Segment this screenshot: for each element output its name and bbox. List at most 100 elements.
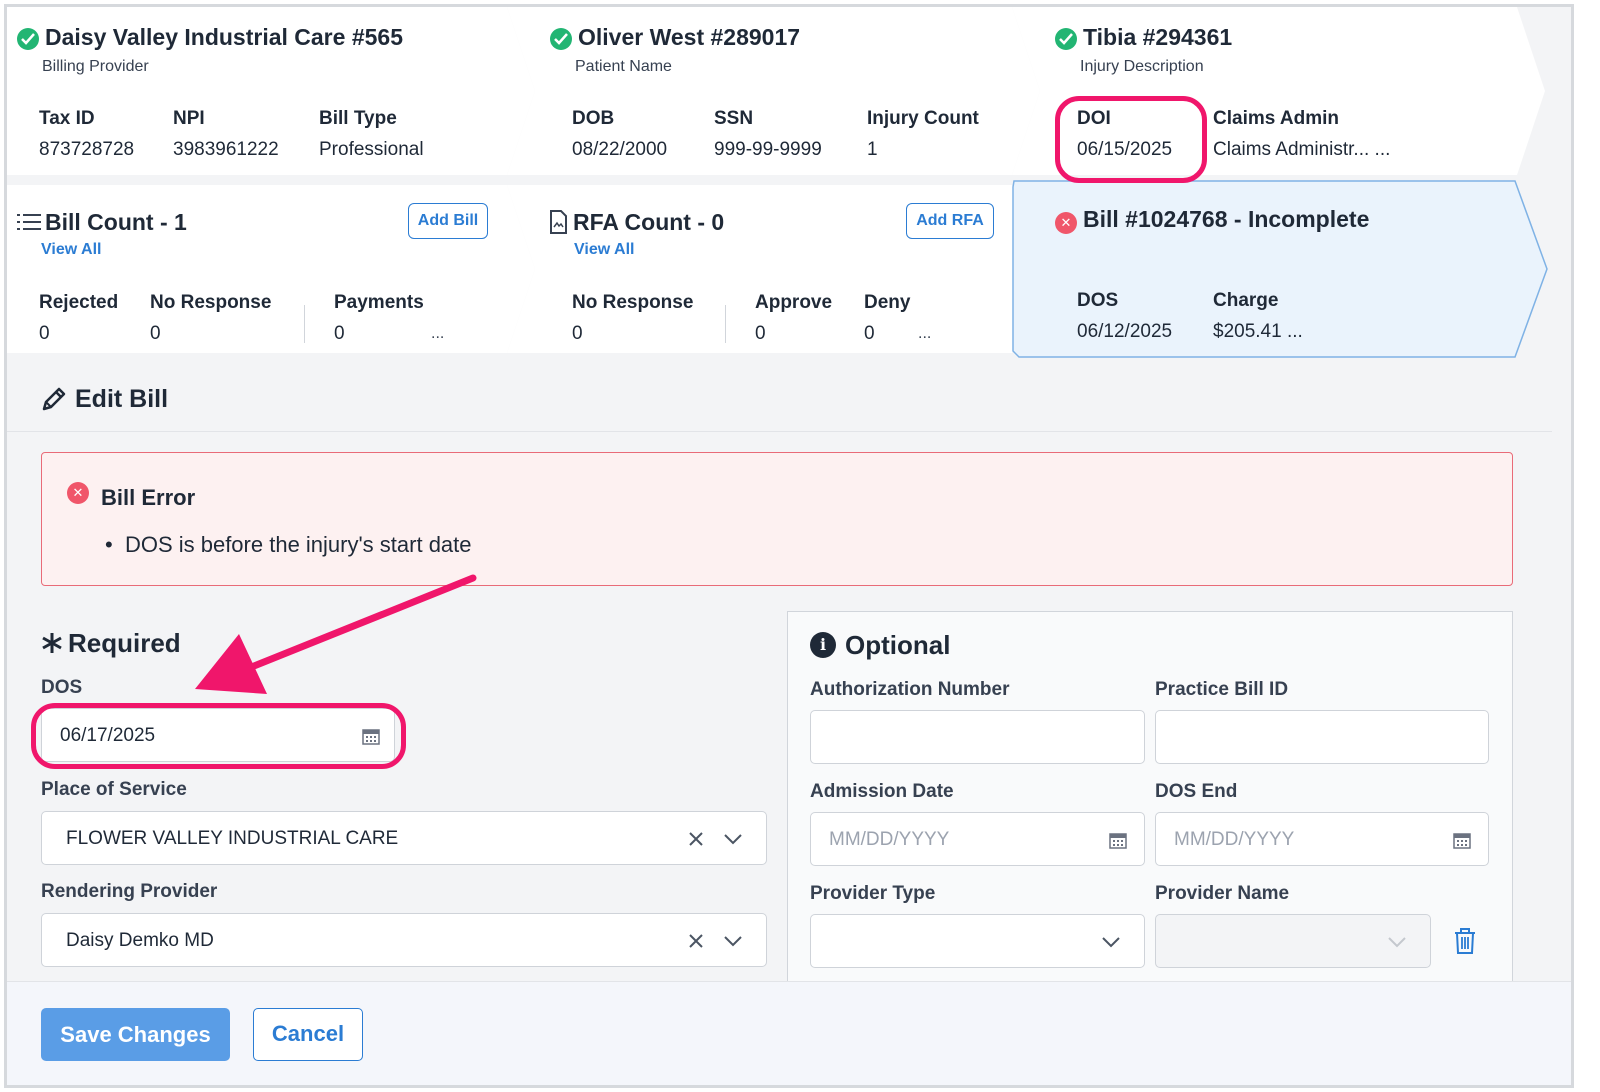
npi-label: NPI [173,108,205,129]
app-frame: Daisy Valley Industrial Care #565 Billin… [4,4,1574,1088]
bill-dos-label: DOS [1077,290,1119,311]
calendar-icon[interactable] [1109,831,1127,849]
deny-label: Deny [864,292,911,313]
check-circle-icon [550,28,572,50]
chevron-down-icon[interactable] [1387,936,1407,948]
rfa-view-all-link[interactable]: View All [574,241,634,259]
patient-subtitle: Patient Name [575,58,672,75]
edit-bill-header [7,362,1552,432]
deny-value: 0 [864,323,875,344]
clear-icon[interactable] [688,933,704,949]
injury-count-value: 1 [867,139,878,160]
tax-id-value: 873728728 [39,139,135,160]
chevron-down-icon[interactable] [723,833,743,845]
dos-end-label: DOS End [1155,781,1238,802]
claims-admin-label: Claims Admin [1213,108,1339,129]
bill-error-alert [41,452,1513,586]
check-circle-icon [17,28,39,50]
bill-title: Bill #1024768 - Incomplete [1083,206,1370,232]
charge-value: $205.41 ... [1213,321,1303,342]
dob-value: 08/22/2000 [572,139,668,160]
injury-title: Tibia #294361 [1083,24,1233,50]
ssn-value: 999-99-9999 [714,139,822,160]
practice-bill-id-label: Practice Bill ID [1155,679,1289,700]
add-bill-button[interactable]: Add Bill [408,203,488,239]
bill-count-title: Bill Count - 1 [45,209,187,235]
place-of-service-select[interactable]: FLOWER VALLEY INDUSTRIAL CARE [41,811,767,865]
clear-icon[interactable] [688,831,704,847]
rfa-no-response-value: 0 [572,323,583,344]
dos-highlight [31,703,406,769]
save-changes-button[interactable]: Save Changes [41,1008,230,1061]
rfa-count-title: RFA Count - 0 [573,209,725,235]
trash-icon[interactable] [1453,927,1477,955]
rfa-count-card: RFA Count - 0 View All Add RFA No Respon… [537,185,1012,353]
provider-name-label: Provider Name [1155,883,1290,904]
authorization-number-label: Authorization Number [810,679,1010,700]
pencil-icon [42,387,66,411]
document-icon [550,210,567,234]
billing-provider-subtitle: Billing Provider [42,58,149,75]
info-icon: i [810,632,836,658]
error-x-icon: ✕ [67,482,89,504]
bill-error-title: Bill Error [101,485,196,510]
cancel-button[interactable]: Cancel [253,1008,363,1061]
patient-title: Oliver West #289017 [578,24,801,50]
charge-label: Charge [1213,290,1279,311]
action-bar [7,981,1571,1085]
chevron-down-icon[interactable] [723,935,743,947]
payments-value: 0 [334,323,345,344]
bill-type-label: Bill Type [319,108,397,129]
rendering-provider-value: Daisy Demko MD [66,930,214,951]
edit-bill-title: Edit Bill [75,385,169,413]
injury-count-label: Injury Count [867,108,979,129]
provider-name-select[interactable] [1155,914,1431,968]
admission-date-label: Admission Date [810,781,954,802]
approve-value: 0 [755,323,766,344]
dos-end-input[interactable]: MM/DD/YYYY [1155,812,1489,866]
rejected-label: Rejected [39,292,119,313]
annotation-arrow [195,574,477,694]
error-x-icon: ✕ [1055,212,1077,234]
more-ellipsis[interactable]: ... [918,325,931,343]
billing-provider-title: Daisy Valley Industrial Care #565 [45,24,403,50]
claims-admin-value: Claims Administr... ... [1213,139,1391,160]
admission-date-placeholder: MM/DD/YYYY [829,829,950,850]
rendering-provider-select[interactable]: Daisy Demko MD [41,913,767,967]
provider-type-select[interactable] [810,914,1145,968]
check-circle-icon [1055,28,1077,50]
no-response-value: 0 [150,323,161,344]
asterisk-icon [42,633,62,653]
billing-provider-card[interactable]: Daisy Valley Industrial Care #565 Billin… [7,7,507,175]
place-of-service-label: Place of Service [41,779,187,800]
no-response-label: No Response [150,292,272,313]
bill-error-text: DOS is before the injury's start date [124,532,472,557]
injury-subtitle: Injury Description [1080,58,1204,75]
divider [304,305,305,343]
chevron-down-icon[interactable] [1101,936,1121,948]
more-ellipsis[interactable]: ... [431,325,444,343]
bill-view-all-link[interactable]: View All [41,241,101,259]
provider-type-label: Provider Type [810,883,936,904]
rfa-no-response-label: No Response [572,292,694,313]
optional-section-title: Optional [845,630,951,660]
rendering-provider-label: Rendering Provider [41,881,218,902]
bill-type-value: Professional [319,139,424,160]
patient-card[interactable]: Oliver West #289017 Patient Name DOB 08/… [537,7,1012,175]
npi-value: 3983961222 [173,139,279,160]
practice-bill-id-input[interactable] [1155,710,1489,764]
admission-date-input[interactable]: MM/DD/YYYY [810,812,1145,866]
dos-end-placeholder: MM/DD/YYYY [1174,829,1295,850]
bill-card-selected[interactable]: ✕ Bill #1024768 - Incomplete DOS 06/12/2… [1042,185,1522,353]
list-icon [17,214,41,230]
calendar-icon[interactable] [1453,831,1471,849]
approve-label: Approve [755,292,833,313]
required-section-title: Required [68,628,181,658]
authorization-number-input[interactable] [810,710,1145,764]
add-rfa-button[interactable]: Add RFA [906,203,994,239]
rejected-value: 0 [39,323,50,344]
dos-label: DOS [41,677,83,698]
divider [725,305,726,343]
doi-highlight [1055,96,1207,183]
dob-label: DOB [572,108,615,129]
